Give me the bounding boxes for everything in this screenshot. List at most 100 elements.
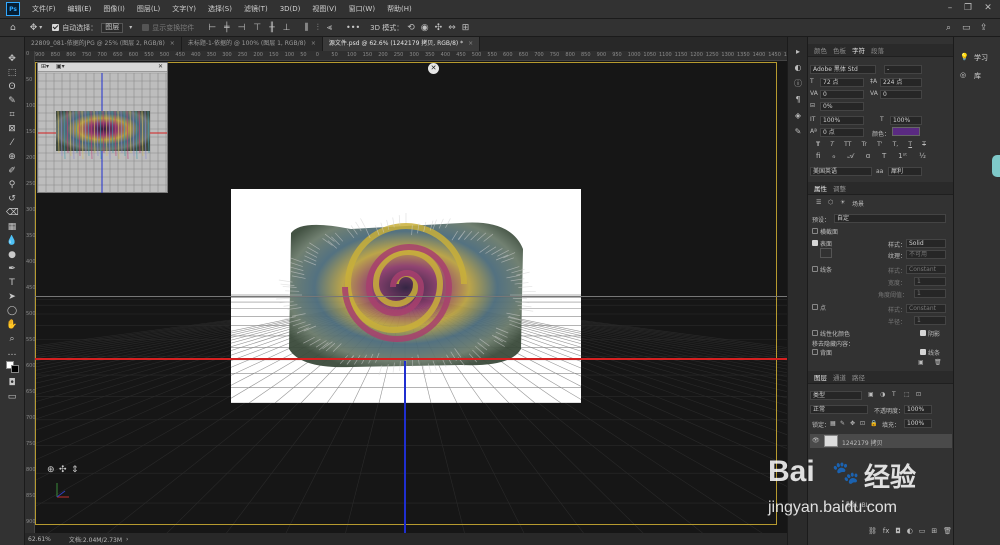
menu-image[interactable]: 图像(I) (103, 4, 125, 14)
3d-secondary-view[interactable]: ⊞▾ ▣▾ ✕ (37, 62, 168, 193)
backface-checkbox[interactable] (812, 349, 818, 355)
language-select[interactable]: 美国英语 (810, 167, 872, 176)
3d-orbit-icon[interactable]: ⊕ (47, 465, 55, 475)
lines-hidden-checkbox[interactable] (920, 349, 926, 355)
superscript-button[interactable]: T' (877, 141, 882, 150)
fill-field[interactable]: 100% (904, 419, 932, 428)
tab-document-2[interactable]: 未标题-1-依据的 @ 100% (图层 1, RGB/8) × (181, 37, 323, 51)
type-tool-icon[interactable]: T (6, 277, 18, 289)
workspace-icon[interactable]: ▭ (962, 23, 971, 33)
distribute-icon[interactable]: ⫼ (305, 23, 309, 33)
stamp-tool-icon[interactable]: ⚲ (6, 179, 18, 191)
mask-icon[interactable]: ◘ (895, 527, 901, 539)
path-select-icon[interactable]: ➤ (6, 291, 18, 303)
all-caps-button[interactable]: TT (844, 141, 851, 150)
tab-document-1[interactable]: 22809_081-依据的JPG @ 25% (图层 2, RGB/8) × (25, 37, 182, 51)
lines-checkbox[interactable] (812, 266, 818, 272)
3d-panel-icon[interactable]: ◈ (793, 111, 803, 121)
move-tool-icon[interactable]: ✥ (30, 23, 38, 33)
align-bottom-icon[interactable]: ⊥ (283, 23, 291, 33)
filter-pixel-icon[interactable]: ▣ (868, 391, 874, 398)
home-icon[interactable]: ⌂ (10, 23, 16, 33)
more-options-button[interactable]: ••• (346, 23, 360, 32)
orbit-3d-icon[interactable]: ⟲ (407, 23, 415, 33)
chevron-down-icon[interactable]: ▾ (129, 24, 132, 31)
menu-help[interactable]: 帮助(H) (387, 4, 412, 14)
marquee-tool-icon[interactable]: ⬚ (6, 67, 18, 79)
surface-texture-swatch[interactable] (820, 248, 832, 258)
crop-tool-icon[interactable]: ⌗ (6, 109, 18, 121)
points-style-select[interactable]: Constant (906, 304, 946, 313)
tab-adjustments[interactable]: 调整 (833, 183, 846, 193)
tab-properties[interactable]: 属性 (814, 183, 827, 193)
shape-tool-icon[interactable]: ◯ (6, 305, 18, 317)
search-icon[interactable]: ⌕ (946, 23, 951, 33)
eraser-tool-icon[interactable]: ⌫ (6, 207, 19, 219)
document-size[interactable]: 文档:2.04M/2.73M (69, 535, 122, 544)
3d-axis-gizmo[interactable] (53, 479, 83, 501)
close-icon[interactable]: × (311, 40, 316, 47)
canvas-area[interactable]: ⊞▾ ▣▾ ✕ ✕ ⊕ ✣ ⇕ (35, 61, 787, 535)
adjustment-layer-icon[interactable]: ◐ (907, 527, 913, 539)
align-top-icon[interactable]: ⊤ (253, 23, 261, 33)
menu-layer[interactable]: 图层(L) (137, 4, 160, 14)
menu-type[interactable]: 文字(Y) (172, 4, 196, 14)
close-icon[interactable]: × (170, 40, 175, 47)
antialias-select[interactable]: 犀利 (888, 167, 922, 176)
3d-mesh-icon[interactable]: ⬡ (828, 199, 833, 206)
tsume-field[interactable]: 0% (820, 102, 864, 111)
layer-name[interactable]: 1242179 拷贝 (842, 438, 883, 447)
shadow-checkbox[interactable] (920, 330, 926, 336)
slide-3d-icon[interactable]: ⇔ (448, 23, 456, 33)
chevron-down-icon[interactable]: ▾ (39, 24, 42, 31)
tab-color[interactable]: 颜色 (814, 45, 827, 55)
hand-tool-icon[interactable]: ✋ (6, 319, 18, 331)
ordinals-icon[interactable]: 1ˢᵗ (898, 152, 907, 161)
history-icon[interactable]: ▸ (793, 47, 803, 57)
camera-icon[interactable]: ▣▾ (56, 63, 65, 70)
layer-filter-select[interactable]: 类型 (810, 391, 862, 400)
blur-tool-icon[interactable]: 💧 (6, 235, 18, 247)
menu-select[interactable]: 选择(S) (208, 4, 232, 14)
frame-tool-icon[interactable]: ⊠ (6, 123, 18, 135)
lock-all-icon[interactable]: 🔒 (870, 420, 877, 427)
close-icon[interactable]: × (468, 40, 473, 47)
small-caps-button[interactable]: Tr (862, 141, 867, 150)
auto-select-checkbox[interactable]: 自动选择： (52, 23, 97, 33)
lock-position-icon[interactable]: ✥ (850, 420, 855, 427)
kerning-field[interactable]: 0 (820, 90, 864, 99)
menu-view[interactable]: 视图(V) (312, 4, 336, 14)
auto-select-target[interactable]: 图层 (101, 22, 124, 33)
text-color-swatch[interactable] (892, 127, 920, 136)
lasso-tool-icon[interactable]: ʘ (6, 81, 18, 93)
link-icon[interactable]: ⛓ (868, 527, 877, 539)
align-right-icon[interactable]: ⊣ (238, 23, 246, 33)
drag-3d-icon[interactable]: ✣ (435, 23, 443, 33)
zoom-level[interactable]: 62.61% (28, 536, 51, 543)
adjustments-icon[interactable]: ◐ (793, 63, 803, 73)
swash-icon[interactable]: 𝒜 (847, 152, 854, 161)
layer-row[interactable]: 👁 1242179 拷贝 (810, 434, 952, 448)
preset-select[interactable]: 自定 (834, 214, 946, 223)
eyedropper-tool-icon[interactable]: ⁄ (6, 137, 18, 149)
eye-icon[interactable]: 👁 (812, 437, 820, 444)
tab-channels[interactable]: 通道 (833, 372, 846, 382)
fx-icon[interactable]: fx (883, 527, 890, 539)
tab-character[interactable]: 字符 (852, 45, 865, 55)
paragraph-icon[interactable]: ¶ (793, 95, 803, 105)
lock-artboard-icon[interactable]: ⊡ (860, 420, 865, 427)
3d-dolly-icon[interactable]: ⇕ (71, 465, 79, 475)
screen-mode-icon[interactable]: ▭ (6, 391, 18, 403)
filter-type-icon[interactable]: T (892, 391, 896, 398)
titling-icon[interactable]: T (882, 152, 886, 161)
distribute-v-icon[interactable]: ⫶ (317, 23, 319, 33)
brush-tool-icon[interactable]: ✐ (6, 165, 18, 177)
minimize-icon[interactable]: – (945, 3, 955, 13)
tab-paragraph[interactable]: 段落 (871, 45, 884, 55)
tab-swatches[interactable]: 色板 (833, 45, 846, 55)
side-tab-handle[interactable] (992, 155, 1000, 177)
font-style-select[interactable]: - (884, 65, 922, 74)
filter-adjust-icon[interactable]: ◑ (880, 391, 885, 398)
vertical-ruler[interactable]: 0 50 100 150 200 250 300 350 400 450 500 550 600 650 7… (25, 51, 36, 535)
roll-3d-icon[interactable]: ◉ (421, 23, 429, 33)
